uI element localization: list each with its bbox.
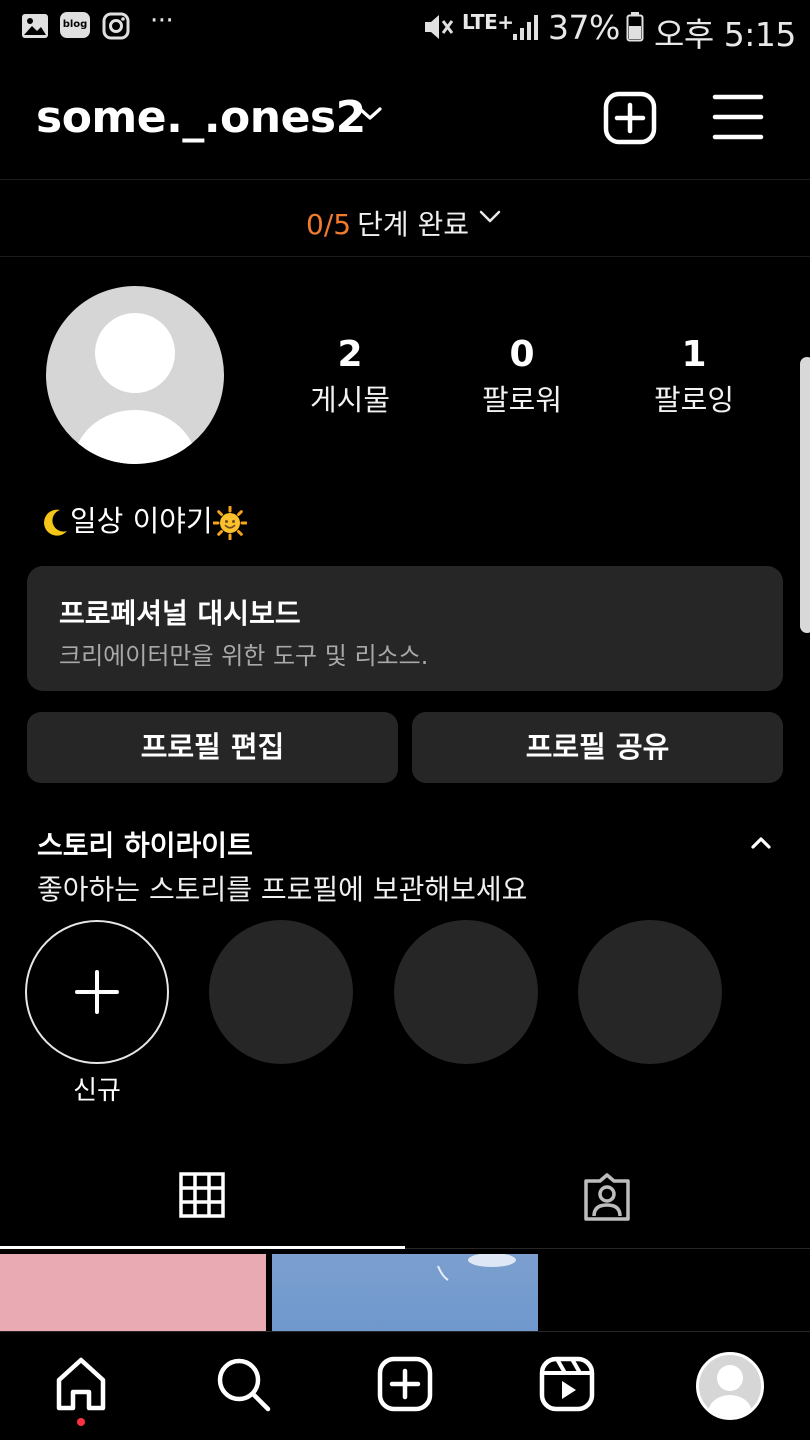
mute-icon xyxy=(425,15,454,39)
signal-icon xyxy=(513,15,538,40)
sun-with-face-icon xyxy=(212,506,247,540)
highlight-placeholder xyxy=(394,920,538,1064)
tab-posts-grid[interactable] xyxy=(0,1150,405,1248)
grid-icon xyxy=(179,1172,225,1218)
blog-icon: blog xyxy=(60,12,90,38)
professional-dashboard[interactable]: 프로페셔널 대시보드 크리에이터만을 위한 도구 및 리소스. xyxy=(27,566,783,691)
avatar-body xyxy=(708,1395,752,1417)
crescent-moon-icon xyxy=(44,509,67,536)
stat-posts-count: 2 xyxy=(337,334,363,375)
cloud-detail xyxy=(437,1254,516,1281)
battery-icon xyxy=(626,12,644,42)
plus-icon xyxy=(75,970,119,1014)
onboarding-steps[interactable]: 0/5 단계 완료 xyxy=(0,181,810,257)
account-switcher[interactable]: some._.ones2 xyxy=(36,92,366,143)
stat-following-label: 팔로잉 xyxy=(653,383,735,417)
tab-tagged[interactable] xyxy=(405,1150,810,1248)
highlight-placeholder xyxy=(209,920,353,1064)
avatar-head xyxy=(717,1365,743,1391)
create-icon[interactable] xyxy=(375,1354,435,1414)
chevron-down-icon[interactable] xyxy=(357,106,383,122)
dashboard-subtitle: 크리에이터만을 위한 도구 및 리소스. xyxy=(59,642,429,670)
highlights-subtitle: 좋아하는 스토리를 프로필에 보관해보세요 xyxy=(37,873,528,906)
stat-followers-label: 팔로워 xyxy=(481,383,563,417)
post-thumbnail[interactable] xyxy=(272,1254,538,1334)
bio-text: 일상 이야기 xyxy=(70,504,213,538)
home-icon[interactable] xyxy=(51,1354,111,1414)
share-profile-button[interactable]: 프로필 공유 xyxy=(412,712,783,783)
avatar-head xyxy=(95,313,175,393)
steps-text: 0/5 단계 완료 xyxy=(306,203,469,243)
status-bar: blog ··· LTE+ 37% 오후 5:15 xyxy=(0,0,810,56)
search-icon[interactable] xyxy=(213,1354,273,1414)
bottom-navigation xyxy=(0,1331,810,1440)
new-highlight-button[interactable] xyxy=(25,920,169,1064)
stat-following[interactable]: 1 팔로잉 xyxy=(614,334,774,420)
dashboard-title: 프로페셔널 대시보드 xyxy=(59,597,301,630)
edit-profile-button[interactable]: 프로필 편집 xyxy=(27,712,398,783)
notification-dot xyxy=(77,1418,85,1426)
chevron-down-icon xyxy=(479,210,501,223)
network-type: LTE+ xyxy=(462,10,514,34)
chevron-up-icon[interactable] xyxy=(746,832,776,854)
menu-button[interactable] xyxy=(710,92,766,142)
highlights-title: 스토리 하이라이트 xyxy=(37,829,253,862)
reels-icon[interactable] xyxy=(537,1354,597,1414)
profile-header: some._.ones2 xyxy=(0,56,810,180)
tagged-icon xyxy=(584,1173,630,1221)
stat-followers[interactable]: 0 팔로워 xyxy=(442,334,602,420)
battery-percent: 37% xyxy=(548,8,620,47)
post-thumbnail[interactable] xyxy=(0,1254,266,1334)
profile-avatar[interactable] xyxy=(46,286,224,464)
gallery-icon xyxy=(22,14,48,38)
scrollbar[interactable] xyxy=(800,357,810,633)
stat-followers-count: 0 xyxy=(509,334,535,375)
instagram-icon xyxy=(102,12,130,40)
profile-tab-avatar[interactable] xyxy=(696,1352,764,1420)
highlight-placeholder xyxy=(578,920,722,1064)
more-dots-icon: ··· xyxy=(150,6,174,36)
bio: 일상 이야기 xyxy=(38,498,247,540)
steps-progress: 0/5 xyxy=(306,208,352,241)
steps-label: 단계 완료 xyxy=(357,208,470,241)
tab-active-indicator xyxy=(0,1246,405,1249)
stat-posts-label: 게시물 xyxy=(309,383,391,417)
new-highlight-label: 신규 xyxy=(73,1076,121,1106)
stat-posts[interactable]: 2 게시물 xyxy=(270,334,430,420)
new-post-button[interactable] xyxy=(600,88,660,148)
avatar-body xyxy=(73,410,197,464)
stat-following-count: 1 xyxy=(681,334,707,375)
clock: 오후 5:15 xyxy=(654,15,796,54)
